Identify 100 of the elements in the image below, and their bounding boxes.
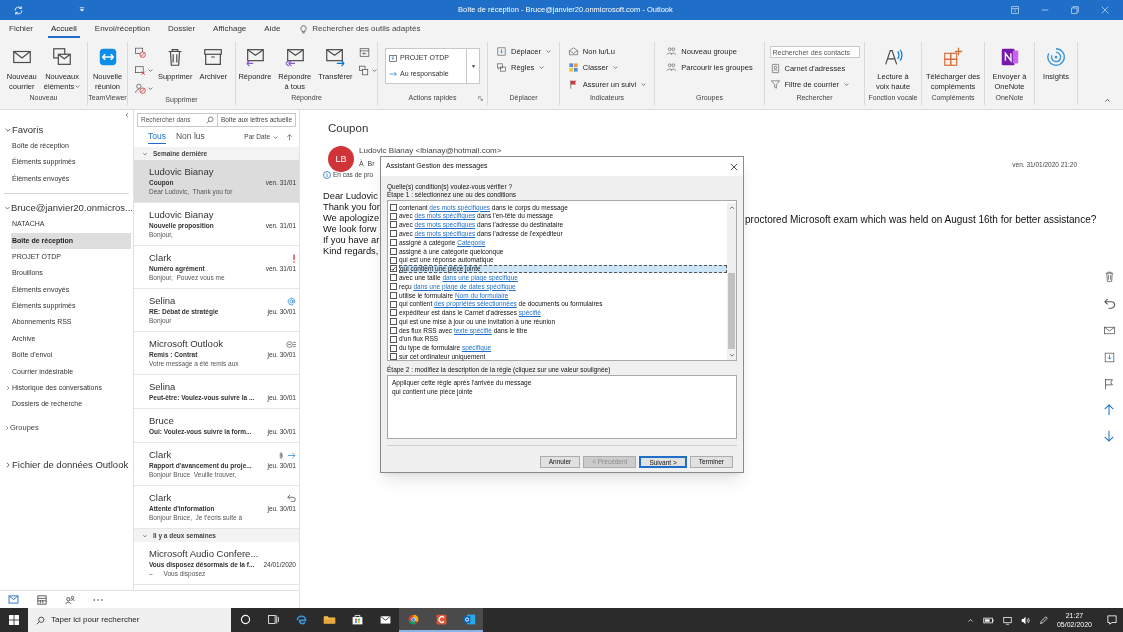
chevron-icon[interactable] <box>4 424 10 431</box>
undo-icon[interactable] <box>1102 297 1116 310</box>
body-text: Thank you for <box>323 200 380 214</box>
folder-section[interactable]: Fichier de données Outlook <box>12 457 129 472</box>
checkbox[interactable] <box>390 335 397 343</box>
circle-icon <box>238 612 252 626</box>
arrow-up-icon[interactable] <box>286 133 293 141</box>
sender-name: Selina <box>149 379 176 394</box>
checkbox[interactable] <box>390 265 397 273</box>
chevron-icon[interactable] <box>4 460 12 469</box>
checkbox[interactable] <box>390 247 397 255</box>
envelope-x-icon <box>133 64 147 77</box>
checkbox[interactable] <box>390 203 397 211</box>
volume-icon[interactable] <box>1020 615 1030 625</box>
checkbox[interactable] <box>390 309 397 317</box>
add-in-grid-icon <box>942 46 964 68</box>
checkbox[interactable] <box>390 230 397 238</box>
scroll-up-icon[interactable] <box>728 205 735 211</box>
pen-icon[interactable] <box>1038 615 1048 625</box>
ribbon-tab[interactable]: Dossier <box>164 20 199 38</box>
tell-me-field[interactable]: Rechercher des outils adaptés <box>312 23 463 35</box>
sync-icon[interactable] <box>13 4 24 16</box>
checkbox[interactable] <box>390 274 397 282</box>
flag-icon[interactable] <box>1103 378 1115 390</box>
move-to-folder-icon[interactable] <box>1102 351 1116 364</box>
chevron-icon[interactable] <box>4 126 12 134</box>
checkbox[interactable] <box>390 256 397 264</box>
sender-address: Ludovic Bianay <lbianay@hotmail.com> <box>359 146 502 157</box>
envelope-icon[interactable] <box>1102 324 1116 337</box>
search-icon <box>205 116 214 124</box>
network-icon[interactable] <box>1002 615 1012 625</box>
mail-icon[interactable] <box>8 595 19 604</box>
more-icon[interactable] <box>93 597 103 602</box>
restore-icon[interactable] <box>1071 6 1079 14</box>
caret-icon <box>147 86 153 91</box>
notification-icon[interactable] <box>1107 615 1117 625</box>
ribbon-tab[interactable]: Aide <box>261 20 284 38</box>
chevron-icon[interactable] <box>142 532 148 539</box>
collapse-pane-icon[interactable] <box>124 112 130 118</box>
windows-logo-icon[interactable] <box>9 615 19 625</box>
checkbox[interactable] <box>390 327 397 335</box>
chevron-up-icon[interactable] <box>966 616 974 624</box>
ribbon-tab[interactable]: Fichier <box>6 20 36 38</box>
folder-arrow-icon <box>389 54 397 63</box>
battery-icon[interactable] <box>982 616 994 624</box>
sender-name: Selina <box>149 293 176 308</box>
arrow-down-icon[interactable] <box>1103 430 1115 442</box>
check-icon <box>391 265 396 272</box>
checkbox[interactable] <box>390 239 397 247</box>
ribbon-tab[interactable]: Affichage <box>210 20 250 38</box>
folder-section[interactable]: Bruce@janvier20.onmicros... <box>10 201 133 216</box>
body-text: Dear Ludovic <box>323 189 378 203</box>
archive-box-icon <box>202 46 225 68</box>
caret-icon[interactable] <box>79 7 85 13</box>
taskbar-search-field[interactable]: Taper ici pour rechercher <box>28 608 231 632</box>
icon-button[interactable] <box>133 82 153 95</box>
checkbox[interactable] <box>390 283 397 291</box>
lightbulb-icon <box>299 24 309 34</box>
email-subject: Coupon <box>328 121 370 136</box>
checkbox[interactable] <box>390 300 397 308</box>
scroll-down-icon[interactable] <box>728 352 735 358</box>
filter-tab[interactable]: Non lus <box>175 130 205 144</box>
browser-icon <box>294 612 308 626</box>
dialog-launcher-icon[interactable] <box>478 96 483 101</box>
sender-name: Microsoft Audio Confere... <box>149 546 259 561</box>
icon-button[interactable] <box>357 64 377 77</box>
icon-button[interactable] <box>133 64 153 77</box>
body-text: Kind regards, <box>323 245 379 258</box>
sender-name: Clark <box>149 447 172 462</box>
move-to-folder-icon <box>496 46 507 58</box>
caret-icon <box>613 65 619 71</box>
checkbox[interactable] <box>390 344 397 352</box>
checkbox[interactable] <box>390 291 397 299</box>
checkbox[interactable] <box>390 318 397 326</box>
chevron-icon[interactable] <box>142 150 148 157</box>
avatar: LB <box>328 146 354 173</box>
ribbon-display-icon[interactable] <box>1011 6 1019 14</box>
caret-icon <box>273 134 278 140</box>
caret-icon <box>539 65 545 71</box>
folder-section[interactable]: Favoris <box>12 122 44 138</box>
forward-icon <box>324 46 347 68</box>
people-icon <box>666 46 678 58</box>
arrow-up-icon[interactable] <box>1103 404 1115 416</box>
scrollbar-thumb[interactable] <box>728 273 735 349</box>
envelope-block-icon <box>133 46 147 59</box>
chevron-icon[interactable] <box>5 385 11 392</box>
calendar-icon[interactable] <box>37 594 47 605</box>
sender-name: Ludovic Bianay <box>149 207 214 222</box>
collapse-ribbon-icon[interactable] <box>1104 97 1111 104</box>
caret-icon <box>546 49 551 55</box>
checkbox[interactable] <box>390 353 397 361</box>
checkbox[interactable] <box>390 221 397 229</box>
calendar-reply-icon <box>357 46 371 59</box>
ribbon-tab[interactable]: Envoi/réception <box>91 20 153 38</box>
close-icon[interactable] <box>730 162 738 171</box>
filter-tab[interactable]: Tous <box>148 130 166 144</box>
people-icon[interactable] <box>65 594 75 605</box>
info-icon <box>323 171 331 180</box>
checkbox[interactable] <box>390 212 397 220</box>
sender-name: Microsoft Outlook <box>149 336 223 351</box>
